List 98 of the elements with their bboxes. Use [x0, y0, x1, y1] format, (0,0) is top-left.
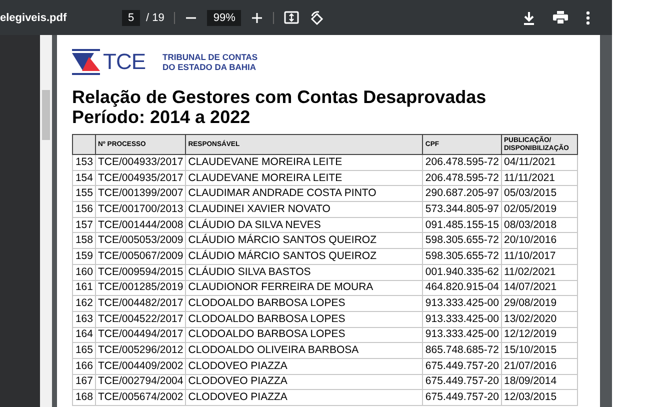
table-cell: TCE/005067/2009 — [96, 248, 186, 264]
table-cell: 290.687.205-97 — [422, 186, 502, 202]
table-cell: TCE/004933/2017 — [96, 154, 186, 170]
table-cell: TCE/005296/2012 — [96, 342, 186, 358]
table-cell: 04/11/2021 — [502, 154, 578, 170]
table-cell: 162 — [72, 296, 96, 312]
table-cell: 206.478.595-72 — [422, 154, 502, 170]
table-cell: CLÁUDIO DA SILVA NEVES — [186, 217, 423, 233]
zoom-in-icon[interactable] — [251, 12, 264, 24]
table-cell: 29/08/2019 — [502, 296, 578, 312]
document-title: Período: 2014 a 2022 — [72, 107, 252, 127]
table-cell: 156 — [72, 202, 96, 218]
table-cell: TCE/004935/2017 — [96, 170, 186, 186]
table-cell: TCE/001285/2019 — [96, 280, 186, 296]
zoom-field[interactable]: 99% — [207, 10, 242, 26]
download-icon[interactable] — [523, 10, 535, 24]
table-cell: 161 — [72, 280, 96, 296]
table-cell: CLODOVEO PIAZZA — [186, 358, 423, 374]
organization-name: TRIBUNAL DE CONTAS — [162, 52, 258, 62]
table-cell: TCE/004494/2017 — [96, 327, 186, 343]
table-cell: 168 — [72, 390, 96, 406]
table-cell: 12/12/2019 — [502, 327, 578, 343]
table-cell: CLAUDEVANE MOREIRA LEITE — [186, 154, 423, 170]
table-cell: TCE/004482/2017 — [96, 296, 186, 312]
table-cell: 157 — [72, 217, 96, 233]
organization-name: DO ESTADO DA BAHIA — [162, 62, 257, 72]
print-icon[interactable] — [553, 11, 568, 24]
table-cell: 464.820.915-04 — [422, 280, 502, 296]
table-cell: 675.449.757-20 — [422, 374, 502, 390]
table-cell: 598.305.655-72 — [422, 248, 502, 264]
table-cell: TCE/004409/2002 — [96, 358, 186, 374]
table-cell: 206.478.595-72 — [422, 170, 502, 186]
table-cell: 166 — [72, 358, 96, 374]
table-cell: 05/03/2015 — [502, 186, 578, 202]
table-cell: CLODOALDO BARBOSA LOPES — [186, 296, 423, 312]
table-cell: CLÁUDIO MÁRCIO SANTOS QUEIROZ — [186, 248, 423, 264]
table-cell: 20/10/2016 — [502, 232, 578, 249]
file-name: elegiveis.pdf — [0, 12, 68, 24]
table-cell: TCE/002794/2004 — [96, 374, 186, 390]
table-cell: 158 — [72, 232, 96, 249]
table-cell: CLAUDINEI XAVIER NOVATO — [186, 202, 423, 218]
table-cell: 13/02/2020 — [502, 311, 578, 328]
table-cell: 675.449.757-20 — [422, 358, 502, 374]
table-cell: 091.485.155-15 — [422, 217, 502, 233]
table-cell: 15/10/2015 — [502, 342, 578, 358]
table-cell: 163 — [72, 311, 96, 328]
table-cell: CLODOVEO PIAZZA — [186, 390, 423, 406]
table-cell: TCE/001444/2008 — [96, 217, 186, 233]
table-cell: CLAUDIONOR FERREIRA DE MOURA — [186, 280, 423, 296]
table-cell: TCE/001399/2007 — [96, 186, 186, 202]
table-cell: 913.333.425-00 — [422, 296, 502, 312]
table-cell: 164 — [72, 327, 96, 343]
logo-icon — [72, 49, 100, 75]
table-cell: 598.305.655-72 — [422, 232, 502, 249]
table-cell: CLÁUDIO MÁRCIO SANTOS QUEIROZ — [186, 232, 423, 249]
table-cell: 14/07/2021 — [502, 280, 578, 296]
table-cell: 18/09/2014 — [502, 374, 578, 390]
table-cell: 153 — [72, 154, 96, 170]
rotate-icon[interactable] — [309, 10, 326, 26]
document-title: Relação de Gestores com Contas Desaprovadas — [72, 87, 488, 107]
table-cell: 155 — [72, 186, 96, 202]
table-cell: CLODOALDO BARBOSA LOPES — [186, 311, 423, 328]
column-header — [72, 134, 96, 154]
table-cell: CLÁUDIO SILVA BASTOS — [186, 264, 423, 280]
table-cell: 865.748.685-72 — [422, 342, 502, 358]
table-cell: 001.940.335-62 — [422, 264, 502, 280]
table-cell: TCE/004522/2017 — [96, 311, 186, 328]
table-cell: CLAUDEVANE MOREIRA LEITE — [186, 170, 423, 186]
table-cell: 573.344.805-97 — [422, 202, 502, 218]
table-cell: TCE/009594/2015 — [96, 264, 186, 280]
table-cell: 11/11/2021 — [502, 170, 578, 186]
table-cell: CLAUDIMAR ANDRADE COSTA PINTO — [186, 186, 423, 202]
table-cell: 913.333.425-00 — [422, 327, 502, 343]
table-cell: 913.333.425-00 — [422, 311, 502, 328]
table-cell: 675.449.757-20 — [422, 390, 502, 406]
table-cell: 12/03/2015 — [502, 390, 578, 406]
table-cell: TCE/005674/2002 — [96, 390, 186, 406]
table-cell: 165 — [72, 342, 96, 358]
table-cell: 21/07/2016 — [502, 358, 578, 374]
table-cell: 11/10/2017 — [502, 248, 578, 264]
more-options-icon[interactable] — [586, 10, 590, 24]
logo-text: TCE — [103, 49, 146, 75]
table-cell: 11/02/2021 — [502, 264, 578, 280]
table-cell: 154 — [72, 170, 96, 186]
table-cell: TCE/005053/2009 — [96, 232, 186, 249]
table-cell: CLODOALDO OLIVEIRA BARBOSA — [186, 342, 423, 358]
table-cell: 02/05/2019 — [502, 202, 578, 218]
scrollbar[interactable] — [40, 35, 52, 407]
table-cell: 159 — [72, 248, 96, 264]
table-cell: CLODOVEO PIAZZA — [186, 374, 423, 390]
page-number-field[interactable]: 5 — [122, 10, 140, 26]
fit-page-icon[interactable] — [284, 11, 300, 24]
table-cell: 160 — [72, 264, 96, 280]
table-cell: 167 — [72, 374, 96, 390]
table-cell: 08/03/2018 — [502, 217, 578, 233]
table-cell: TCE/001700/2013 — [96, 202, 186, 218]
table-cell: CLODOALDO BARBOSA LOPES — [186, 327, 423, 343]
page-count: / 19 — [146, 12, 164, 24]
